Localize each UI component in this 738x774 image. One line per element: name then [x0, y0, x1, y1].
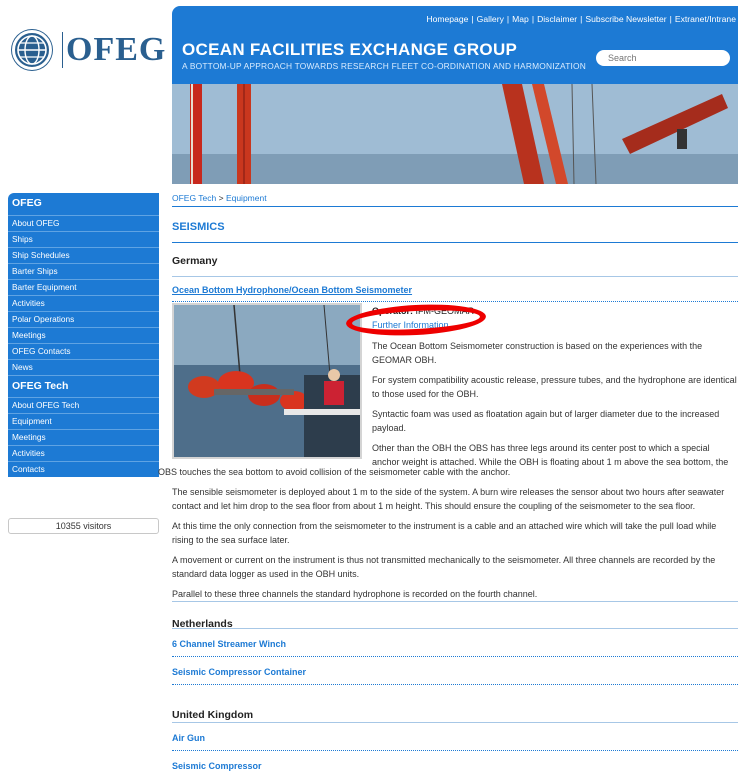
sidebar-item-meetings[interactable]: Meetings: [8, 327, 159, 343]
main-content: OFEG Tech > Equipment SEISMICS Germany O…: [158, 193, 738, 771]
sidebar-item-barter-equipment[interactable]: Barter Equipment: [8, 279, 159, 295]
top-links: Homepage | Gallery | Map | Disclaimer | Subscrib…: [426, 14, 736, 24]
sidebar-item-equipment[interactable]: Equipment: [8, 413, 159, 429]
site-title: OCEAN FACILITIES EXCHANGE GROUP: [182, 40, 518, 59]
sidebar-item-tech-meetings[interactable]: Meetings: [8, 429, 159, 445]
seismic-compressor-link[interactable]: Seismic Compressor: [172, 761, 262, 771]
sidebar-heading-ofeg-tech: OFEG Tech: [8, 375, 159, 397]
breadcrumb-equipment[interactable]: Equipment: [226, 193, 267, 203]
paragraph-6: The sensible seismometer is deployed abo…: [172, 487, 725, 511]
link-gallery[interactable]: Gallery: [477, 14, 504, 24]
sidebar-item-news[interactable]: News: [8, 359, 159, 375]
visitor-counter: 10355 visitors: [8, 518, 159, 534]
streamer-winch-row: 6 Channel Streamer Winch: [172, 629, 738, 657]
paragraph-5: OBS touches the sea bottom to avoid coll…: [158, 467, 511, 477]
breadcrumb: OFEG Tech > Equipment: [172, 193, 738, 207]
site-logo[interactable]: OFEG: [8, 26, 168, 78]
sidebar-item-about-ofeg[interactable]: About OFEG: [8, 215, 159, 231]
breadcrumb-ofeg-tech[interactable]: OFEG Tech: [172, 193, 216, 203]
sidebar-item-tech-activities[interactable]: Activities: [8, 445, 159, 461]
obs-deployment-photo: [172, 303, 362, 459]
paragraph-1: The Ocean Bottom Seismometer constructio…: [372, 341, 703, 365]
obs-lower-text: OBS touches the sea bottom to avoid coll…: [158, 465, 738, 601]
air-gun-link[interactable]: Air Gun: [172, 733, 205, 743]
country-germany: Germany: [172, 255, 218, 267]
sidebar-heading-ofeg: OFEG: [8, 193, 159, 215]
hero-image: [172, 84, 738, 184]
link-map[interactable]: Map: [512, 14, 529, 24]
link-subscribe-newsletter[interactable]: Subscribe Newsletter: [585, 14, 666, 24]
section-title: SEISMICS: [172, 221, 738, 243]
sidebar-item-ship-schedules[interactable]: Ship Schedules: [8, 247, 159, 263]
sidebar-item-barter-ships[interactable]: Barter Ships: [8, 263, 159, 279]
lower-sections: Netherlands 6 Channel Streamer Winch Sei…: [172, 601, 738, 773]
sidebar-item-about-ofeg-tech[interactable]: About OFEG Tech: [8, 397, 159, 413]
link-disclaimer[interactable]: Disclaimer: [537, 14, 577, 24]
search-input[interactable]: [596, 50, 730, 66]
country-uk: United Kingdom: [172, 709, 254, 721]
obh-obs-link[interactable]: Ocean Bottom Hydrophone/Ocean Bottom Sei…: [172, 285, 412, 295]
sidebar-item-polar-operations[interactable]: Polar Operations: [8, 311, 159, 327]
link-extranet[interactable]: Extranet/Intrane: [675, 14, 736, 24]
country-germany-row: Germany: [172, 255, 738, 277]
logo-divider: [62, 32, 63, 68]
top-bar: Homepage | Gallery | Map | Disclaimer | Subscrib…: [172, 6, 738, 32]
paragraph-9: Parallel to these three channels the sta…: [172, 589, 538, 599]
sidebar: OFEG About OFEG Ships Ship Schedules Bar…: [8, 193, 159, 477]
country-netherlands: Netherlands: [172, 618, 233, 630]
sidebar-item-ships[interactable]: Ships: [8, 231, 159, 247]
site-subtitle: A BOTTOM-UP APPROACH TOWARDS RESEARCH FL…: [182, 61, 587, 71]
logo-text: OFEG: [66, 31, 167, 68]
paragraph-2: For system compatibility acoustic releas…: [372, 375, 737, 399]
compressor-container-row: Seismic Compressor Container: [172, 657, 738, 685]
paragraph-3: Syntactic foam was used as floatation ag…: [372, 409, 720, 433]
sidebar-item-activities[interactable]: Activities: [8, 295, 159, 311]
globe-icon: [12, 30, 52, 70]
country-uk-row: United Kingdom: [172, 689, 738, 723]
compressor-container-link[interactable]: Seismic Compressor Container: [172, 667, 306, 677]
air-gun-row: Air Gun: [172, 723, 738, 751]
sidebar-item-ofeg-contacts[interactable]: OFEG Contacts: [8, 343, 159, 359]
obh-obs-row: Ocean Bottom Hydrophone/Ocean Bottom Sei…: [172, 285, 738, 302]
country-netherlands-row: Netherlands: [172, 601, 738, 630]
seismic-compressor-row: Seismic Compressor: [172, 751, 738, 773]
breadcrumb-separator: >: [216, 193, 226, 203]
sidebar-item-contacts[interactable]: Contacts: [8, 461, 159, 477]
link-homepage[interactable]: Homepage: [426, 14, 468, 24]
paragraph-7: At this time the only connection from th…: [172, 521, 717, 545]
streamer-winch-link[interactable]: 6 Channel Streamer Winch: [172, 639, 286, 649]
paragraph-8: A movement or current on the instrument …: [172, 555, 716, 579]
